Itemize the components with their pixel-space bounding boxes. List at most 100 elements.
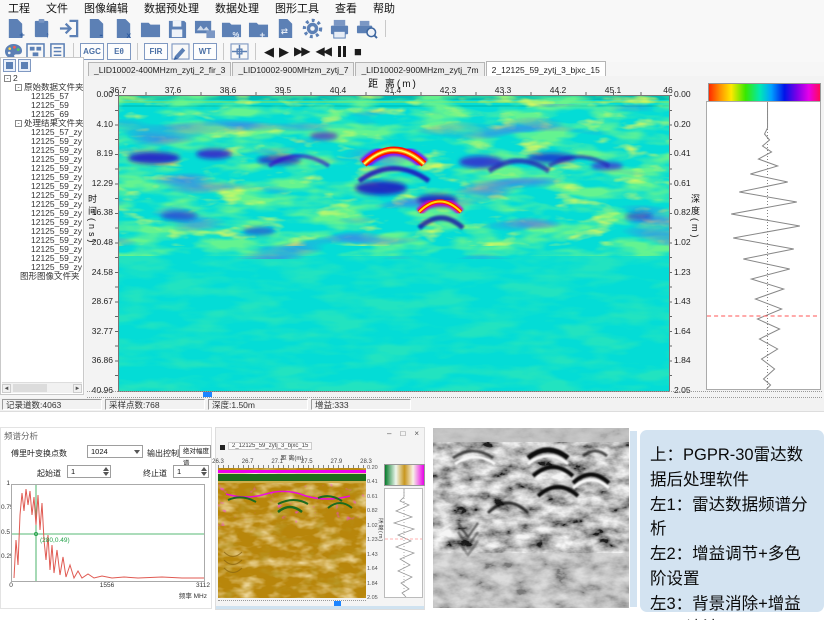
fast-forward-button[interactable]: ▶▶ xyxy=(292,43,310,60)
tree-item[interactable]: 12125_59_zy xyxy=(1,236,83,245)
gold-bscan-canvas[interactable] xyxy=(218,468,366,598)
expand-icon[interactable] xyxy=(26,219,29,226)
tree-horizontal-scrollbar[interactable]: ◄ ► xyxy=(2,382,82,393)
add-folder-icon[interactable]: + xyxy=(247,18,270,39)
fft-points-select[interactable]: 1024 xyxy=(87,445,143,458)
dewow-button[interactable]: Eθ xyxy=(107,43,131,60)
window-control-button[interactable]: – xyxy=(387,429,391,438)
expand-icon[interactable] xyxy=(26,255,29,262)
expand-icon[interactable]: - xyxy=(4,75,11,82)
tree-item[interactable]: 12125_59_zy xyxy=(1,227,83,236)
tree-item[interactable]: 12125_59_zy xyxy=(1,218,83,227)
tree-item[interactable]: 12125_59_zy xyxy=(1,191,83,200)
menu-item[interactable]: 数据预处理 xyxy=(144,0,199,16)
print-preview-icon[interactable] xyxy=(355,18,378,39)
menu-item[interactable]: 文件 xyxy=(46,0,68,16)
expand-icon[interactable] xyxy=(26,264,29,271)
tree-item[interactable]: 12125_59_zy xyxy=(1,200,83,209)
spinner-arrows-icon[interactable] xyxy=(103,467,109,476)
pause-button[interactable] xyxy=(335,46,349,57)
tree-item[interactable]: - 2 xyxy=(1,74,83,83)
expand-icon[interactable] xyxy=(26,210,29,217)
expand-icon[interactable] xyxy=(26,183,29,190)
trace-position-slider[interactable] xyxy=(87,391,822,398)
slider-thumb[interactable] xyxy=(203,392,212,397)
scrollbar-thumb[interactable] xyxy=(13,384,47,392)
tree-item[interactable]: - 处理结果文件夹 xyxy=(1,119,83,128)
tree-item[interactable]: - 原始数据文件夹 xyxy=(1,83,83,92)
tree-item[interactable]: 12125_59_zy xyxy=(1,155,83,164)
stop-button[interactable]: ■ xyxy=(352,43,362,60)
menu-item[interactable]: 数据处理 xyxy=(215,0,259,16)
tree-item[interactable]: 12125_59_zy xyxy=(1,164,83,173)
open-folder-icon[interactable] xyxy=(139,18,162,39)
output-mode-field[interactable]: 绝对幅度谱 xyxy=(179,445,211,458)
radar-bscan-canvas[interactable] xyxy=(118,95,670,392)
spinner-arrows-icon[interactable] xyxy=(201,467,207,476)
tab[interactable]: _LID10002-900MHzm_zytj_7m xyxy=(355,62,484,76)
expand-icon[interactable]: - xyxy=(15,84,22,91)
expand-icon[interactable] xyxy=(26,156,29,163)
layers-icon[interactable] xyxy=(18,59,31,72)
tree-item[interactable]: 12125_57 xyxy=(1,92,83,101)
menu-item[interactable]: 图像编辑 xyxy=(84,0,128,16)
settings-gear-icon[interactable] xyxy=(301,18,324,39)
expand-icon[interactable] xyxy=(15,273,18,280)
tree-view-icon[interactable] xyxy=(3,59,16,72)
menu-item[interactable]: 工程 xyxy=(8,0,30,16)
step-back-button[interactable]: ◀ xyxy=(262,43,274,60)
wavelet-button[interactable]: WT xyxy=(193,43,217,60)
tree-item[interactable]: 12125_59_zy xyxy=(1,245,83,254)
tree-item[interactable]: 12125_69 xyxy=(1,110,83,119)
remove-file-icon[interactable]: - xyxy=(85,18,108,39)
tree-item[interactable]: 12125_59 xyxy=(1,101,83,110)
expand-icon[interactable] xyxy=(26,138,29,145)
convert-file-icon[interactable]: ⇄ xyxy=(274,18,297,39)
window-control-button[interactable]: □ xyxy=(400,429,405,438)
save-image-icon[interactable] xyxy=(193,18,216,39)
menu-item[interactable]: 查看 xyxy=(335,0,357,16)
document-tab[interactable]: 2_12125_59_zytj_3_bjxc_15 xyxy=(228,442,312,450)
expand-icon[interactable] xyxy=(26,201,29,208)
expand-icon[interactable]: - xyxy=(15,120,22,127)
expand-icon[interactable] xyxy=(26,174,29,181)
start-trace-spinner[interactable]: 1 xyxy=(67,465,111,478)
tab[interactable]: 2_12125_59_zytj_3_bjxc_15 xyxy=(486,61,606,76)
new-file-icon[interactable]: + xyxy=(4,18,27,39)
expand-icon[interactable] xyxy=(26,192,29,199)
expand-icon[interactable] xyxy=(26,93,29,100)
expand-icon[interactable] xyxy=(26,102,29,109)
expand-icon[interactable] xyxy=(26,165,29,172)
tree-item[interactable]: 12125_59_zy xyxy=(1,146,83,155)
scroll-right-icon[interactable]: ► xyxy=(73,384,82,393)
tree-item[interactable]: 12125_59_zy xyxy=(1,173,83,182)
save-icon[interactable] xyxy=(166,18,189,39)
menu-item[interactable]: 图形工具 xyxy=(275,0,319,16)
tree-item[interactable]: 12125_59_zy xyxy=(1,254,83,263)
crosshair-icon[interactable] xyxy=(230,43,249,60)
tab[interactable]: _LID10002-400MHzm_zytj_2_fir_3 xyxy=(88,62,231,76)
tree-item[interactable]: 12125_57_zy xyxy=(1,128,83,137)
expand-icon[interactable] xyxy=(26,129,29,136)
tree-item[interactable]: 12125_59_zy xyxy=(1,137,83,146)
scroll-left-icon[interactable]: ◄ xyxy=(2,384,11,393)
delete-file-icon[interactable]: x xyxy=(112,18,135,39)
paste-file-icon[interactable]: ↑ xyxy=(31,18,54,39)
tree-item[interactable]: 12125_59_zy xyxy=(1,209,83,218)
import-icon[interactable] xyxy=(58,18,81,39)
fir-filter-button[interactable]: FIR xyxy=(144,43,168,60)
window-control-button[interactable]: × xyxy=(414,429,419,438)
cut-folder-icon[interactable]: % xyxy=(220,18,243,39)
expand-icon[interactable] xyxy=(26,111,29,118)
menu-item[interactable]: 帮助 xyxy=(373,0,395,16)
expand-icon[interactable] xyxy=(26,237,29,244)
tree-item[interactable]: 12125_59_zy xyxy=(1,182,83,191)
expand-icon[interactable] xyxy=(26,147,29,154)
rewind-button[interactable]: ◀◀ xyxy=(313,43,331,60)
tree-item[interactable]: 12125_59_zy xyxy=(1,263,83,272)
tree-item[interactable]: 图形图像文件夹 xyxy=(1,272,83,281)
brush-icon[interactable] xyxy=(171,43,190,60)
play-button[interactable]: ▶ xyxy=(277,43,289,60)
expand-icon[interactable] xyxy=(26,228,29,235)
grayscale-bscan-canvas[interactable] xyxy=(433,428,629,608)
